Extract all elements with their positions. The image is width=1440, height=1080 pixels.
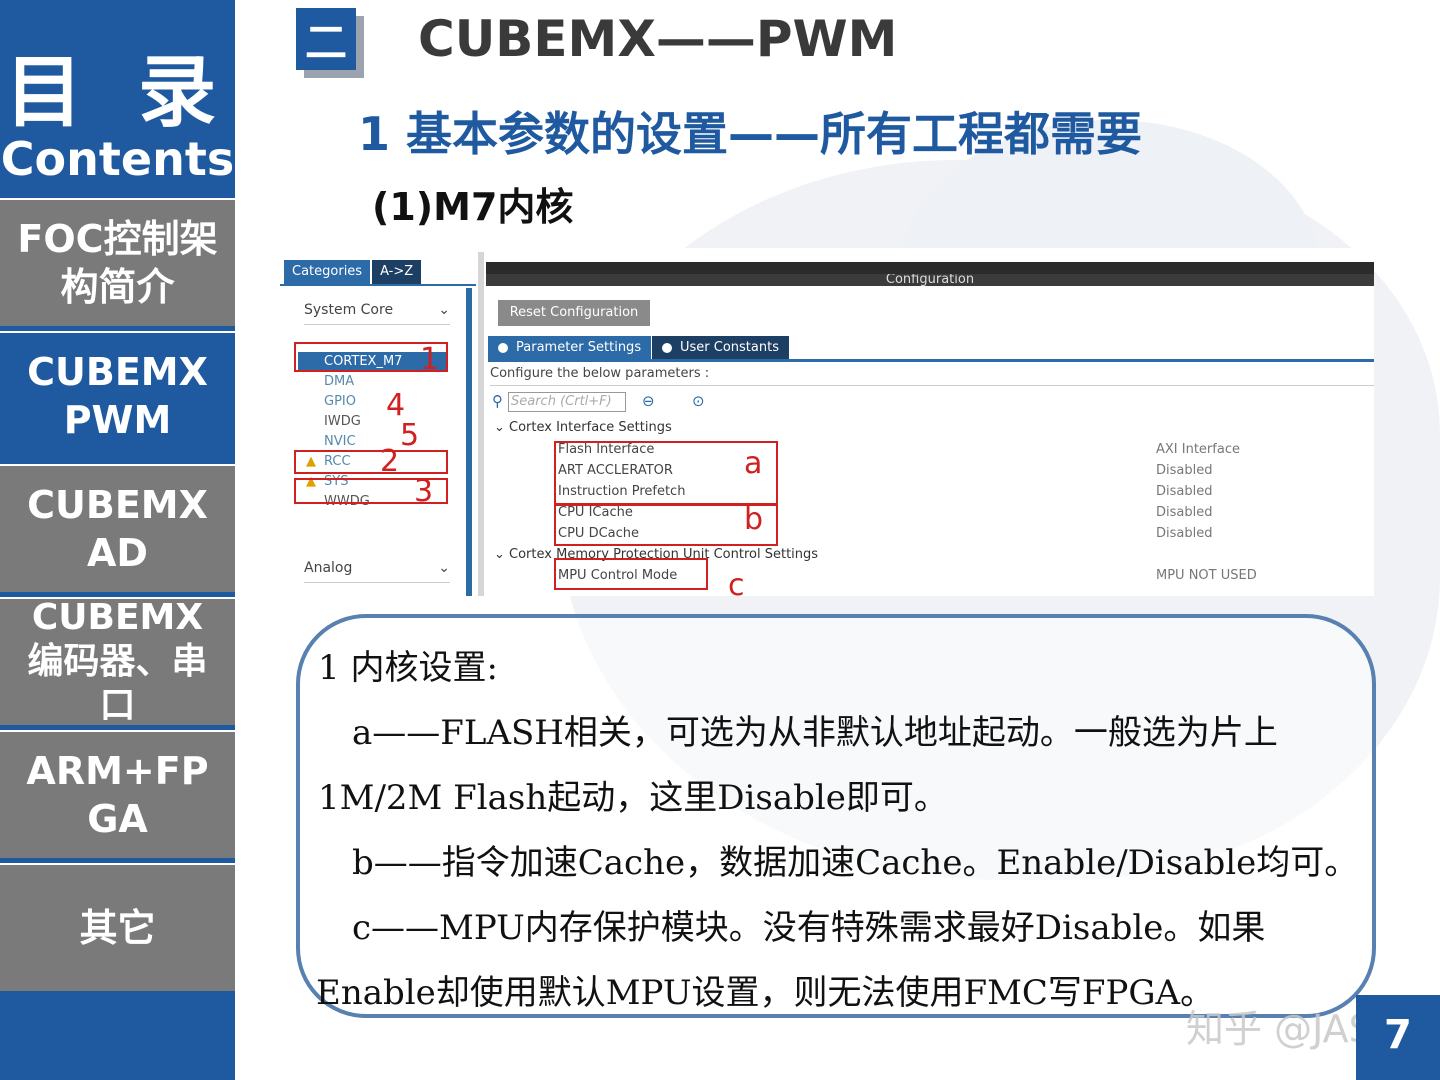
note-line: c——MPU内存保护模块。没有特殊需求最好Disable。如果 (352, 908, 1266, 948)
configure-instructions: Configure the below parameters : (490, 366, 1374, 386)
sidebar-header: 目 录 Contents (0, 0, 235, 198)
sidebar-item-cubemx-ad[interactable]: CUBEMX AD (0, 464, 235, 592)
note-line: Enable却使用默认MPU设置，则无法使用FMC写FPGA。 (316, 973, 1215, 1013)
param-value[interactable]: Disabled (1156, 463, 1212, 478)
sidebar-item-cubemx-encoder[interactable]: CUBEMX 编码器、串 口 (0, 597, 235, 725)
system-core-group[interactable]: System Core ⌄ (304, 302, 450, 325)
note-line: 1M/2M Flash起动，这里Disable即可。 (318, 778, 948, 818)
section-number-badge: 二 (296, 8, 356, 70)
periph-nvic[interactable]: NVIC (324, 434, 356, 449)
tab-user-constants[interactable]: User Constants (652, 336, 789, 360)
configuration-bar-top (486, 262, 1374, 274)
tab-a-z[interactable]: A->Z (372, 260, 422, 284)
tab-parameter-settings[interactable]: Parameter Settings (488, 336, 652, 360)
sidebar-item-cubemx-pwm[interactable]: CUBEMX PWM (0, 331, 235, 459)
param-value[interactable]: Disabled (1156, 505, 1212, 520)
tab-categories[interactable]: Categories (284, 260, 371, 284)
mark-box-c (554, 558, 708, 590)
mark-number-2: 2 (380, 444, 400, 479)
system-core-label: System Core (304, 302, 394, 318)
check-icon (498, 342, 508, 353)
sidebar-subtitle: Contents (0, 132, 235, 186)
sidebar-item-foc[interactable]: FOC控制架 构简介 (0, 198, 235, 326)
page-number: 7 (1384, 1012, 1412, 1058)
param-value[interactable]: AXI Interface (1156, 442, 1240, 457)
reset-configuration-button[interactable]: Reset Configuration (498, 300, 650, 326)
mark-letter-b: b (744, 502, 764, 537)
periph-dma[interactable]: DMA (324, 374, 354, 389)
analog-label: Analog (304, 560, 353, 576)
check-icon (662, 342, 672, 353)
mark-number-5: 5 (400, 418, 420, 453)
section-cortex-interface-label: Cortex Interface Settings (509, 420, 672, 435)
mark-letter-a: a (744, 446, 763, 481)
next-result-icon[interactable]: ⊙ (692, 392, 705, 410)
zhihu-watermark: 知乎 @JAS (1186, 1007, 1373, 1051)
sidebar-item-other[interactable]: 其它 (0, 863, 235, 991)
mark-number-1: 1 (420, 342, 440, 377)
cubemx-screenshot: Categories A->Z System Core ⌄ CORTEX_M7 D… (280, 248, 1374, 596)
note-line: b——指令加速Cache，数据加速Cache。Enable/Disable均可。 (352, 843, 1359, 883)
chevron-down-icon: ⌄ (438, 302, 450, 318)
analog-group[interactable]: Analog ⌄ (304, 560, 450, 583)
page-title: CUBEMX——PWM (418, 10, 898, 68)
param-value[interactable]: Disabled (1156, 526, 1212, 541)
param-value[interactable]: MPU NOT USED (1156, 568, 1257, 583)
note-line: 1 内核设置: (318, 648, 498, 688)
mark-number-3: 3 (414, 474, 434, 509)
sidebar-item-arm-fpga[interactable]: ARM+FP GA (0, 730, 235, 858)
section-cortex-interface[interactable]: ⌄ Cortex Interface Settings (494, 420, 672, 435)
tab-underline (488, 359, 1374, 362)
search-icon: ⚲ (492, 392, 503, 410)
page-subtitle: 1 基本参数的设置——所有工程都需要 (358, 107, 1143, 161)
section-heading: (1)M7内核 (372, 185, 574, 229)
category-tabs: Categories A->Z (284, 260, 423, 284)
panel-divider[interactable] (478, 252, 484, 596)
tab-parameter-settings-label: Parameter Settings (516, 340, 642, 355)
sidebar-title: 目 录 (4, 48, 231, 138)
sidebar: 目 录 Contents FOC控制架 构简介 CUBEMX PWM CUBEM… (0, 0, 235, 1080)
mark-box-2 (294, 450, 448, 474)
prev-result-icon[interactable]: ⊖ (642, 392, 655, 410)
periph-iwdg[interactable]: IWDG (324, 414, 361, 429)
tab-underline (280, 284, 476, 286)
search-input[interactable]: Search (Crtl+F) (508, 392, 626, 412)
chevron-down-icon: ⌄ (494, 547, 510, 562)
left-scrollbar[interactable] (466, 288, 472, 596)
note-line: a——FLASH相关，可选为从非默认地址起动。一般选为片上 (352, 713, 1278, 753)
chevron-down-icon: ⌄ (438, 560, 450, 576)
chevron-down-icon: ⌄ (494, 420, 510, 435)
mark-letter-c: c (728, 568, 745, 596)
periph-gpio[interactable]: GPIO (324, 394, 356, 409)
tab-user-constants-label: User Constants (680, 340, 779, 355)
param-value[interactable]: Disabled (1156, 484, 1212, 499)
